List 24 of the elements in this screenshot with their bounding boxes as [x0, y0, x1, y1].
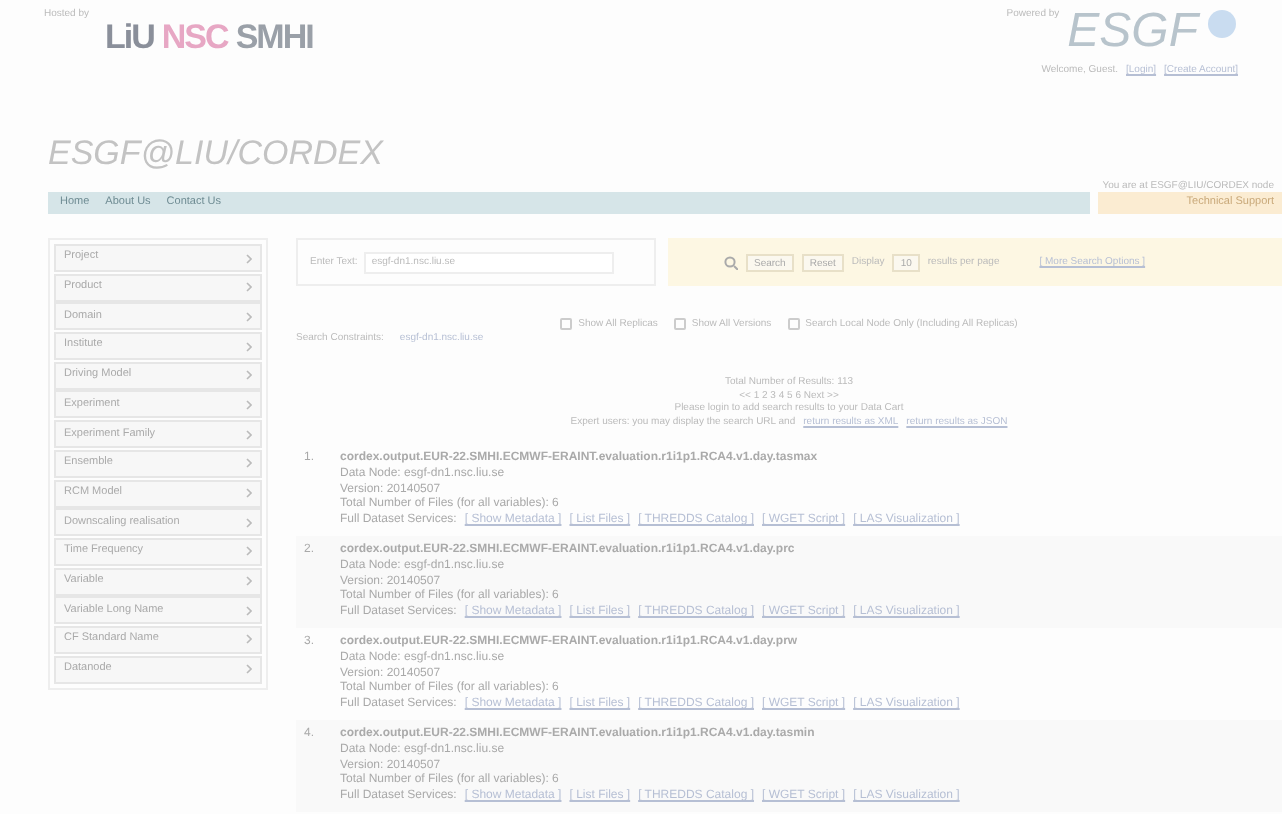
logo-text: SMHI	[235, 16, 313, 60]
chevron-icon	[246, 282, 252, 293]
chevron-icon	[246, 634, 252, 645]
chevron-icon	[246, 488, 252, 498]
checkbox[interactable]	[673, 318, 686, 331]
chevron-icon	[246, 517, 252, 528]
chevron-icon	[246, 546, 252, 557]
chevron-icon	[246, 370, 252, 381]
checkbox[interactable]	[560, 318, 573, 331]
chevron-icon	[246, 253, 252, 263]
search-icon	[724, 255, 738, 269]
esgf-logo: ESGF	[1067, 8, 1198, 56]
chevron-icon	[246, 458, 252, 469]
logo-text: NSC	[161, 16, 228, 60]
chevron-icon	[246, 399, 252, 410]
chevron-icon	[246, 576, 252, 587]
chevron-icon	[246, 429, 252, 440]
site-title: ESGF@LIU/CORDEX	[48, 132, 383, 176]
checkbox[interactable]	[787, 318, 800, 331]
chevron-icon	[246, 341, 252, 352]
chevron-icon	[246, 605, 252, 616]
chevron-icon	[246, 311, 252, 322]
chevron-icon	[246, 664, 252, 675]
logo-text: LiU	[105, 16, 154, 60]
